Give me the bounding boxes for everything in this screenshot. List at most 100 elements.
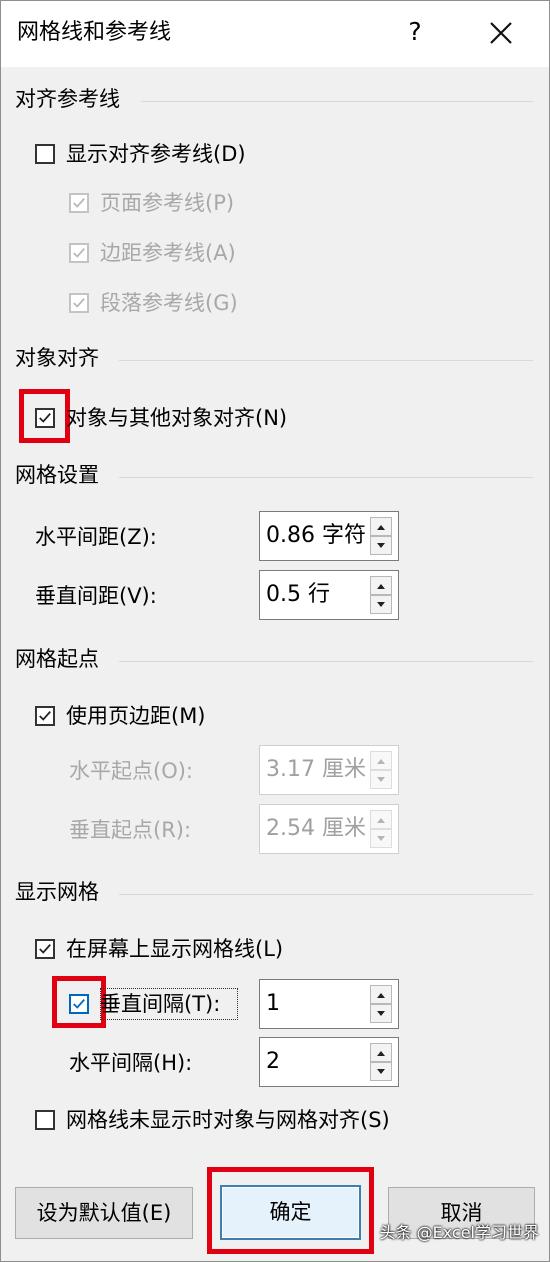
help-button[interactable]: ? xyxy=(401,14,429,50)
window-title: 网格线和参考线 xyxy=(17,20,172,45)
down-arrow-icon xyxy=(377,1011,385,1016)
use-margins-checkbox[interactable] xyxy=(35,706,55,726)
down-arrow-icon xyxy=(377,777,385,782)
object-alignment-checkbox[interactable] xyxy=(35,408,55,428)
down-arrow-icon xyxy=(377,836,385,841)
checkmark-icon xyxy=(73,198,85,208)
section-divider xyxy=(119,360,533,361)
stepper-buttons xyxy=(370,751,392,789)
paragraph-guides-checkbox xyxy=(69,293,89,313)
object-alignment-checkbox-row[interactable]: 对象与其他对象对齐(N) xyxy=(35,403,287,433)
grid-and-guides-dialog: 网格线和参考线 ? 对齐参考线 显示对齐参考线(D) 页面参考线(P) 边距参考… xyxy=(0,0,550,1262)
close-button[interactable] xyxy=(489,21,513,45)
watermark-text: 头条 @Excel学习世界 xyxy=(379,1223,539,1242)
vertical-every-up-button[interactable] xyxy=(370,985,392,1004)
snap-when-hidden-checkbox-row[interactable]: 网格线未显示时对象与网格对齐(S) xyxy=(35,1105,390,1135)
horizontal-spacing-label: 水平间距(Z): xyxy=(35,525,157,549)
checkmark-icon xyxy=(73,298,85,308)
set-default-button[interactable]: 设为默认值(E) xyxy=(15,1187,193,1239)
horizontal-origin-down-button xyxy=(370,770,392,789)
vertical-every-stepper[interactable]: 1 xyxy=(259,979,399,1029)
vertical-spacing-label: 垂直间距(V): xyxy=(35,584,157,608)
up-arrow-icon xyxy=(377,584,385,589)
section-divider xyxy=(119,894,533,895)
up-arrow-icon xyxy=(377,993,385,998)
horizontal-every-down-button[interactable] xyxy=(370,1062,392,1081)
checkmark-icon xyxy=(39,711,51,721)
horizontal-spacing-value[interactable]: 0.86 字符 xyxy=(266,521,370,551)
stepper-buttons xyxy=(370,517,392,555)
display-gridlines-label: 在屏幕上显示网格线(L) xyxy=(66,937,284,961)
horizontal-origin-stepper: 3.17 厘米 xyxy=(259,745,399,795)
margin-guides-checkbox-row: 边距参考线(A) xyxy=(69,238,236,268)
horizontal-spacing-down-button[interactable] xyxy=(370,536,392,555)
vertical-origin-down-button xyxy=(370,829,392,848)
horizontal-origin-value: 3.17 厘米 xyxy=(266,757,366,782)
vertical-every-label: 垂直间隔(T): xyxy=(100,992,221,1016)
paragraph-guides-label: 段落参考线(G) xyxy=(100,291,238,315)
page-guides-label: 页面参考线(P) xyxy=(100,191,235,215)
section-divider xyxy=(119,477,533,478)
horizontal-origin-label: 水平起点(O): xyxy=(69,759,193,783)
section-show-grid: 显示网格 xyxy=(15,880,99,904)
checkmark-icon xyxy=(73,999,85,1009)
section-grid-settings: 网格设置 xyxy=(15,463,99,487)
show-alignment-guides-checkbox-row[interactable]: 显示对齐参考线(D) xyxy=(35,139,246,169)
margin-guides-checkbox xyxy=(69,243,89,263)
object-alignment-label: 对象与其他对象对齐(N) xyxy=(66,406,288,430)
up-arrow-icon xyxy=(377,525,385,530)
up-arrow-icon xyxy=(377,1051,385,1056)
display-gridlines-checkbox[interactable] xyxy=(35,939,55,959)
title-bar: 网格线和参考线 ? xyxy=(1,1,549,67)
section-divider xyxy=(119,661,533,662)
close-icon xyxy=(490,22,512,44)
section-divider xyxy=(141,101,533,102)
stepper-buttons xyxy=(370,810,392,848)
vertical-spacing-down-button[interactable] xyxy=(370,595,392,614)
up-arrow-icon xyxy=(377,818,385,823)
horizontal-every-label: 水平间隔(H): xyxy=(69,1051,193,1075)
section-alignment-guides: 对齐参考线 xyxy=(15,87,120,111)
vertical-spacing-stepper[interactable]: 0.5 行 xyxy=(259,570,399,620)
use-margins-label: 使用页边距(M) xyxy=(66,704,206,728)
margin-guides-label: 边距参考线(A) xyxy=(100,241,236,265)
down-arrow-icon xyxy=(377,543,385,548)
vertical-spacing-value[interactable]: 0.5 行 xyxy=(266,580,370,610)
vertical-origin-value: 2.54 厘米 xyxy=(266,816,366,841)
snap-when-hidden-label: 网格线未显示时对象与网格对齐(S) xyxy=(66,1108,390,1132)
stepper-buttons xyxy=(370,985,392,1023)
ok-button[interactable]: 确定 xyxy=(220,1185,361,1240)
vertical-every-checkbox-row[interactable]: 垂直间隔(T): xyxy=(69,989,220,1019)
down-arrow-icon xyxy=(377,602,385,607)
horizontal-spacing-stepper[interactable]: 0.86 字符 xyxy=(259,511,399,561)
horizontal-every-up-button[interactable] xyxy=(370,1043,392,1062)
horizontal-spacing-up-button[interactable] xyxy=(370,517,392,536)
vertical-origin-stepper: 2.54 厘米 xyxy=(259,804,399,854)
stepper-buttons xyxy=(370,1043,392,1081)
snap-when-hidden-checkbox[interactable] xyxy=(35,1110,55,1130)
vertical-origin-up-button xyxy=(370,810,392,829)
display-gridlines-checkbox-row[interactable]: 在屏幕上显示网格线(L) xyxy=(35,934,283,964)
page-guides-checkbox-row: 页面参考线(P) xyxy=(69,188,234,218)
vertical-spacing-up-button[interactable] xyxy=(370,576,392,595)
show-alignment-guides-checkbox[interactable] xyxy=(35,144,55,164)
checkmark-icon xyxy=(39,413,51,423)
use-margins-checkbox-row[interactable]: 使用页边距(M) xyxy=(35,701,206,731)
checkmark-icon xyxy=(39,944,51,954)
page-guides-checkbox xyxy=(69,193,89,213)
paragraph-guides-checkbox-row: 段落参考线(G) xyxy=(69,288,238,318)
horizontal-origin-up-button xyxy=(370,751,392,770)
down-arrow-icon xyxy=(377,1069,385,1074)
section-grid-origin: 网格起点 xyxy=(15,647,99,671)
stepper-buttons xyxy=(370,576,392,614)
checkmark-icon xyxy=(73,248,85,258)
show-alignment-guides-label: 显示对齐参考线(D) xyxy=(66,142,246,166)
horizontal-every-stepper[interactable]: 2 xyxy=(259,1037,399,1087)
vertical-every-value[interactable]: 1 xyxy=(266,989,370,1019)
section-object-alignment: 对象对齐 xyxy=(15,346,99,370)
up-arrow-icon xyxy=(377,759,385,764)
vertical-origin-label: 垂直起点(R): xyxy=(69,818,192,842)
vertical-every-checkbox[interactable] xyxy=(69,994,89,1014)
vertical-every-down-button[interactable] xyxy=(370,1004,392,1023)
horizontal-every-value[interactable]: 2 xyxy=(266,1047,370,1077)
